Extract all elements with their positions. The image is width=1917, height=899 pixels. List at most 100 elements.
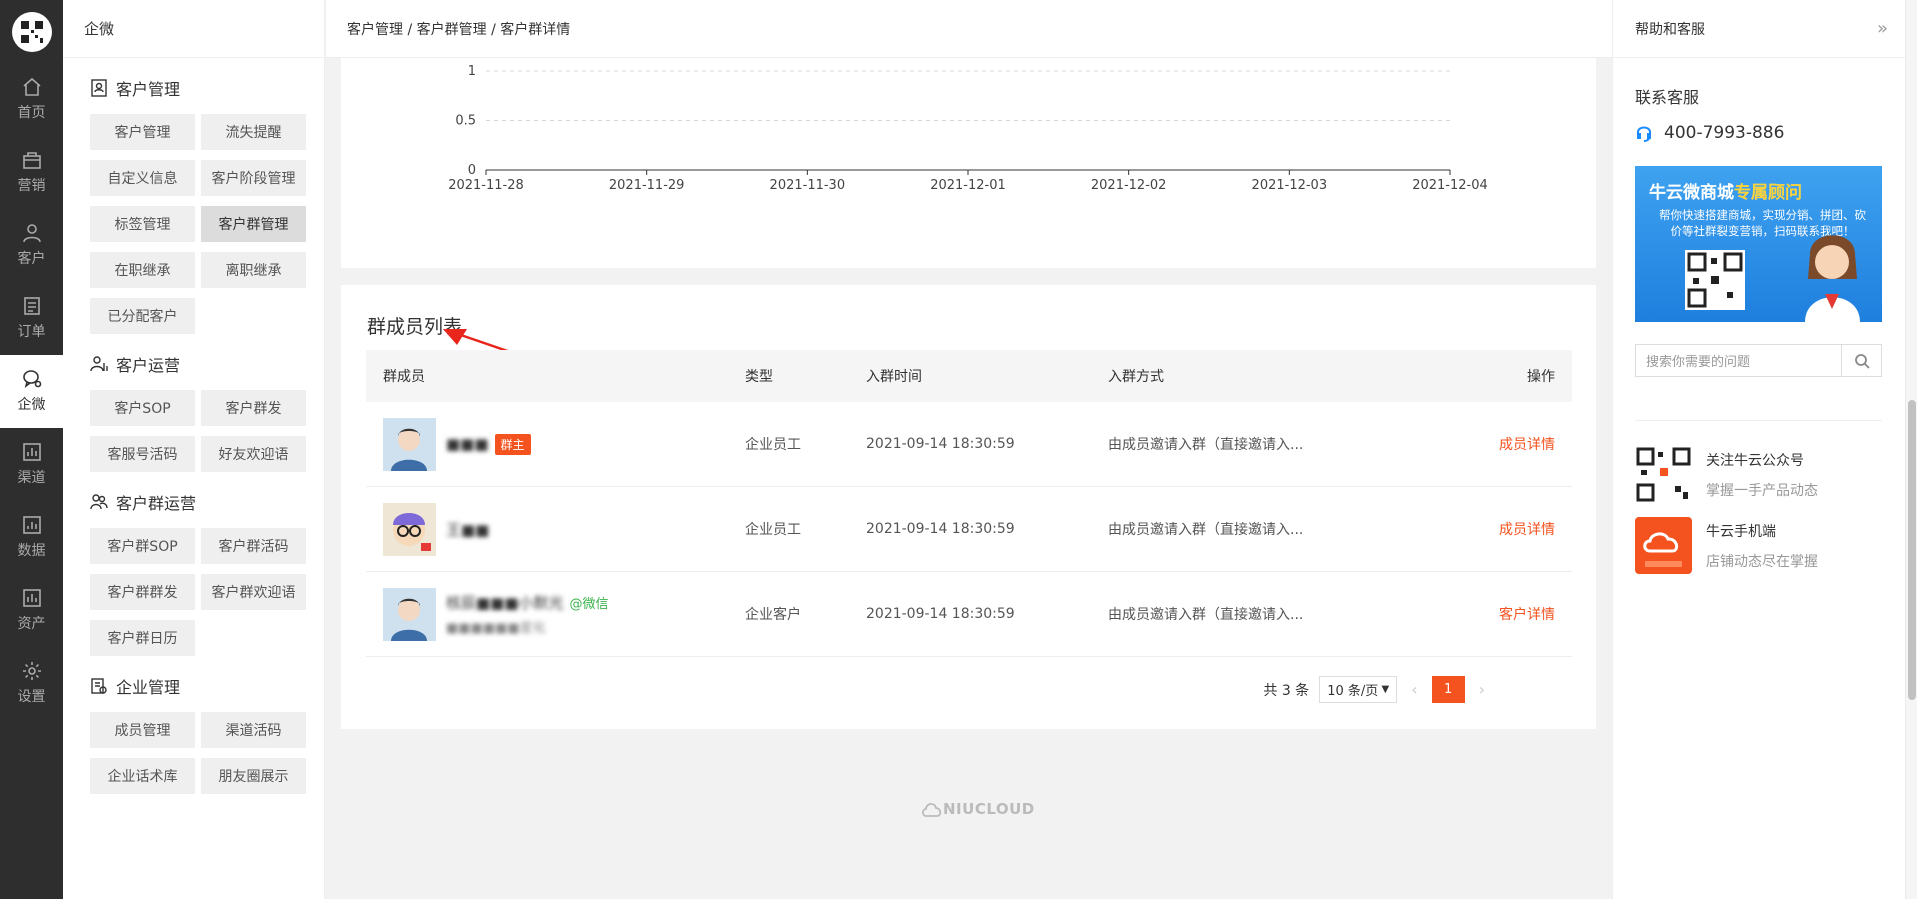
- y-tick-label: 0.5: [455, 114, 476, 129]
- rail-item-marketing[interactable]: 营销: [0, 136, 63, 209]
- person-avatar-icon: [383, 417, 436, 471]
- person-avatar-icon: [383, 587, 436, 641]
- footer-logo-text: NIUCLOUD: [943, 800, 1035, 818]
- member-type: 企业客户: [745, 607, 801, 623]
- owner-badge: 群主: [494, 433, 531, 455]
- join-time: 2021-09-14 18:30:59: [866, 521, 1015, 537]
- enterprise-icon: [91, 678, 107, 694]
- sidebar-group-group-ops: 客户群运营 客户群SOP 客户群活码 客户群群发 客户群欢迎语 客户群日历: [63, 488, 324, 656]
- rail-item-channel[interactable]: 渠道: [0, 428, 63, 501]
- rail-item-wecom[interactable]: 企微: [0, 355, 63, 428]
- group-title-label: 客户管理: [116, 80, 181, 99]
- table-row: ■■■ 群主 企业员工 2021-09-14 18:30:59 由成员邀请入群（…: [366, 402, 1572, 487]
- contact-title: 联系客服: [1635, 88, 1700, 107]
- sidebar-item-group-mass-send[interactable]: 客户群群发: [90, 574, 195, 610]
- member-name: 王■■: [446, 520, 490, 539]
- promo-subtitle: 店铺动态尽在掌握: [1706, 553, 1818, 570]
- rail-item-data[interactable]: 数据: [0, 501, 63, 574]
- member-detail-link[interactable]: 成员详情: [1499, 522, 1555, 538]
- col-join-method: 入群方式: [1108, 369, 1164, 385]
- search-button[interactable]: [1841, 345, 1881, 376]
- help-search-input[interactable]: 搜索你需要的问题: [1636, 351, 1841, 370]
- page-scrollbar[interactable]: [1905, 0, 1917, 899]
- promo-mobile-app[interactable]: 牛云手机端 店铺动态尽在掌握: [1635, 517, 1883, 574]
- scrollbar-thumb[interactable]: [1908, 400, 1916, 700]
- member-type: 企业员工: [745, 437, 801, 453]
- home-icon: [22, 77, 41, 96]
- rail-label: 渠道: [17, 470, 46, 486]
- next-page-icon[interactable]: ›: [1479, 680, 1485, 699]
- sidebar-item-custom-info[interactable]: 自定义信息: [90, 160, 195, 196]
- sidebar-item-group-calendar[interactable]: 客户群日历: [90, 620, 195, 656]
- rail-label: 营销: [17, 178, 46, 194]
- avatar: [383, 417, 436, 471]
- x-tick-label: 2021-11-30: [770, 178, 846, 193]
- page-size-select[interactable]: 10 条/页 ▼: [1319, 676, 1398, 703]
- group-title-label: 企业管理: [116, 678, 181, 697]
- collapse-icon[interactable]: »: [1877, 18, 1888, 39]
- customer-name-block: 核辰■■■小默光 @微信 ■■■■■■星化: [446, 592, 609, 636]
- member-detail-link[interactable]: 成员详情: [1499, 437, 1555, 453]
- sidebar-item-group-welcome[interactable]: 客户群欢迎语: [201, 574, 306, 610]
- rail-label: 订单: [17, 324, 46, 340]
- search-icon: [1854, 353, 1870, 369]
- sidebar-item-member-mgmt[interactable]: 成员管理: [90, 712, 195, 748]
- join-method: 由成员邀请入群（直接邀请入...: [1108, 437, 1304, 453]
- sidebar-group-enterprise: 企业管理 成员管理 渠道活码 企业话术库 朋友圈展示: [63, 672, 324, 794]
- sidebar-title: 企微: [63, 0, 324, 58]
- table-header: 群成员 类型 入群时间 入群方式 操作: [366, 350, 1572, 402]
- phone-number: 400-7993-886: [1664, 123, 1785, 143]
- channel-icon: [22, 443, 41, 461]
- sidebar-item-customer-mass-send[interactable]: 客户群发: [201, 390, 306, 426]
- caret-down-icon: ▼: [1381, 684, 1390, 695]
- join-method: 由成员邀请入群（直接邀请入...: [1108, 522, 1304, 538]
- join-time: 2021-09-14 18:30:59: [866, 436, 1015, 452]
- member-cell: 核辰■■■小默光 @微信 ■■■■■■星化: [366, 587, 745, 641]
- help-search: 搜索你需要的问题: [1635, 344, 1882, 377]
- app-logo[interactable]: [0, 0, 63, 63]
- sidebar-item-assigned-customers[interactable]: 已分配客户: [90, 298, 195, 334]
- rail-item-customer[interactable]: 客户: [0, 209, 63, 282]
- sidebar-item-friend-welcome[interactable]: 好友欢迎语: [201, 436, 306, 472]
- sidebar-item-customer-sop[interactable]: 客户SOP: [90, 390, 195, 426]
- sidebar-item-stage-mgmt[interactable]: 客户阶段管理: [201, 160, 306, 196]
- prev-page-icon[interactable]: ‹: [1411, 680, 1417, 699]
- rail-item-asset[interactable]: 资产: [0, 574, 63, 647]
- sidebar-item-channel-live-code[interactable]: 渠道活码: [201, 712, 306, 748]
- sidebar-item-group-mgmt[interactable]: 客户群管理: [201, 206, 306, 242]
- sidebar-item-moments-display[interactable]: 朋友圈展示: [201, 758, 306, 794]
- y-tick-label: 1: [468, 64, 476, 79]
- group-title: 客户运营: [90, 350, 324, 378]
- rail-item-home[interactable]: 首页: [0, 63, 63, 136]
- member-company: ■■■■■■星化: [446, 621, 546, 636]
- consultant-illustration: [1805, 235, 1860, 322]
- x-tick-label: 2021-11-29: [609, 178, 685, 193]
- sidebar-item-script-library[interactable]: 企业话术库: [90, 758, 195, 794]
- x-tick-label: 2021-12-04: [1412, 178, 1488, 193]
- rail-item-order[interactable]: 订单: [0, 282, 63, 355]
- page-button-current[interactable]: 1: [1431, 676, 1465, 703]
- group-title: 企业管理: [90, 672, 324, 700]
- page-size-value: 10 条/页: [1327, 684, 1379, 699]
- sidebar-item-service-live-code[interactable]: 客服号活码: [90, 436, 195, 472]
- sidebar-item-churn-alert[interactable]: 流失提醒: [201, 114, 306, 150]
- wechat-tag: @微信: [569, 597, 609, 612]
- banner-title-a: 牛云微商城: [1649, 183, 1734, 203]
- sidebar-item-resigned-transfer[interactable]: 离职继承: [201, 252, 306, 288]
- sidebar-item-onjob-transfer[interactable]: 在职继承: [90, 252, 195, 288]
- sidebar-item-group-sop[interactable]: 客户群SOP: [90, 528, 195, 564]
- group-title: 客户群运营: [90, 488, 324, 516]
- rail-item-settings[interactable]: 设置: [0, 647, 63, 720]
- cartoon-avatar-icon: [383, 502, 436, 556]
- table-row: 核辰■■■小默光 @微信 ■■■■■■星化 企业客户 2021-09-14 18…: [366, 572, 1572, 657]
- sidebar-item-customer-mgmt[interactable]: 客户管理: [90, 114, 195, 150]
- sidebar-item-tag-mgmt[interactable]: 标签管理: [90, 206, 195, 242]
- consultant-banner[interactable]: 牛云微商城专属顾问 帮你快速搭建商城，实现分销、拼团、砍价等社群裂变营销，扫码联…: [1635, 166, 1882, 322]
- avatar: [383, 587, 436, 641]
- cloud-logo-icon: [922, 803, 942, 817]
- join-method: 由成员邀请入群（直接邀请入...: [1108, 607, 1304, 623]
- phone-row: 400-7993-886: [1635, 123, 1883, 143]
- sidebar-item-group-live-code[interactable]: 客户群活码: [201, 528, 306, 564]
- promo-wechat-official[interactable]: 关注牛云公众号 掌握一手产品动态: [1635, 446, 1883, 503]
- customer-detail-link[interactable]: 客户详情: [1499, 607, 1555, 623]
